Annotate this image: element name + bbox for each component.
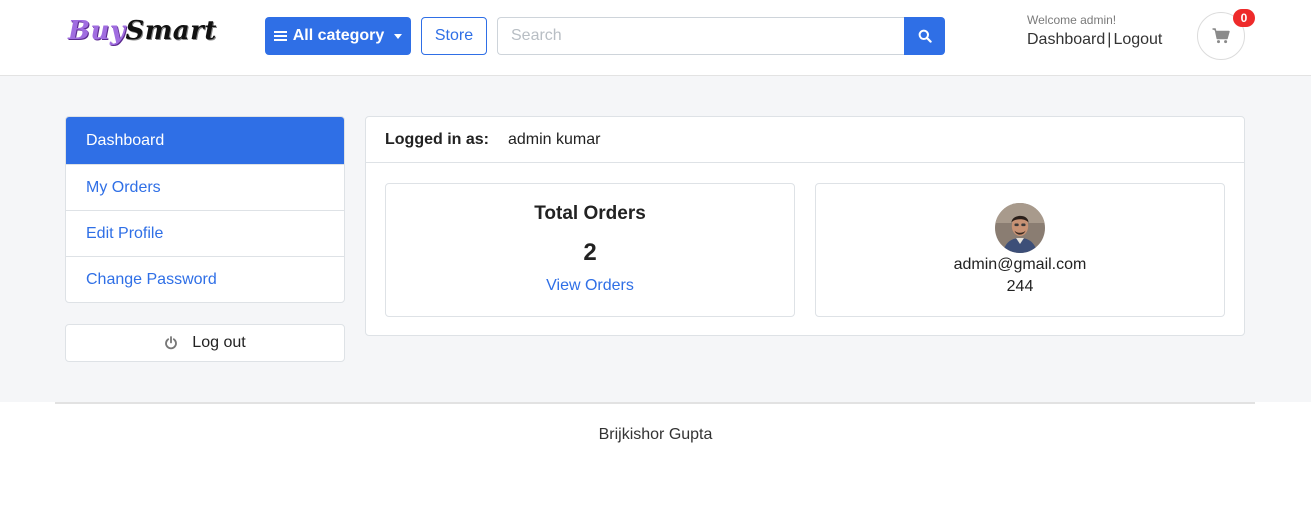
footer-divider — [55, 402, 1255, 404]
all-category-label: All category — [292, 27, 385, 44]
sidebar-item-edit-profile[interactable]: Edit Profile — [66, 210, 344, 256]
panel-header: Logged in as: admin kumar — [366, 117, 1244, 163]
total-orders-count: 2 — [583, 239, 597, 266]
sidebar-item-dashboard[interactable]: Dashboard — [66, 117, 344, 164]
welcome-text: Welcome admin! — [1027, 13, 1117, 27]
logo-part-buy: Buy — [68, 16, 126, 46]
main-content: Dashboard My Orders Edit Profile Change … — [0, 76, 1311, 402]
footer-credit: Brijkishor Gupta — [598, 426, 713, 443]
total-orders-title: Total Orders — [534, 203, 646, 224]
power-icon — [165, 336, 178, 350]
cart-icon — [1212, 28, 1230, 44]
profile-phone: 244 — [1006, 278, 1034, 295]
profile-email: admin@gmail.com — [953, 256, 1087, 273]
bars-icon — [273, 30, 287, 42]
caret-down-icon — [394, 33, 403, 39]
account-links: Dashboard | Logout — [1027, 31, 1162, 49]
log-out-label: Log out — [192, 334, 246, 351]
logout-link[interactable]: Logout — [1113, 31, 1162, 48]
logo-part-smart: Smart — [125, 16, 217, 46]
cart-count-badge: 0 — [1233, 9, 1255, 27]
dashboard-link[interactable]: Dashboard — [1027, 31, 1105, 48]
all-category-dropdown-button[interactable]: All category — [265, 17, 411, 55]
search-input[interactable] — [497, 17, 905, 55]
sidebar-menu: Dashboard My Orders Edit Profile Change … — [65, 116, 345, 303]
avatar — [995, 203, 1045, 253]
search-icon — [918, 29, 932, 43]
logged-in-user: admin kumar — [508, 130, 601, 148]
total-orders-card: Total Orders 2 View Orders — [385, 183, 795, 317]
store-button[interactable]: Store — [421, 17, 487, 55]
search-button[interactable] — [904, 17, 945, 55]
sidebar-item-change-password[interactable]: Change Password — [66, 256, 344, 302]
log-out-button[interactable]: Log out — [65, 324, 345, 362]
sidebar-item-my-orders[interactable]: My Orders — [66, 164, 344, 210]
site-header: BuySmart All category Store Welcome admi… — [0, 0, 1311, 76]
site-logo[interactable]: BuySmart — [68, 16, 217, 46]
view-orders-link[interactable]: View Orders — [386, 277, 794, 295]
link-separator: | — [1107, 31, 1112, 48]
dashboard-panel: Logged in as: admin kumar Total Orders 2… — [365, 116, 1245, 336]
profile-card: admin@gmail.com 244 — [815, 183, 1225, 317]
logged-in-label: Logged in as: — [385, 130, 489, 148]
